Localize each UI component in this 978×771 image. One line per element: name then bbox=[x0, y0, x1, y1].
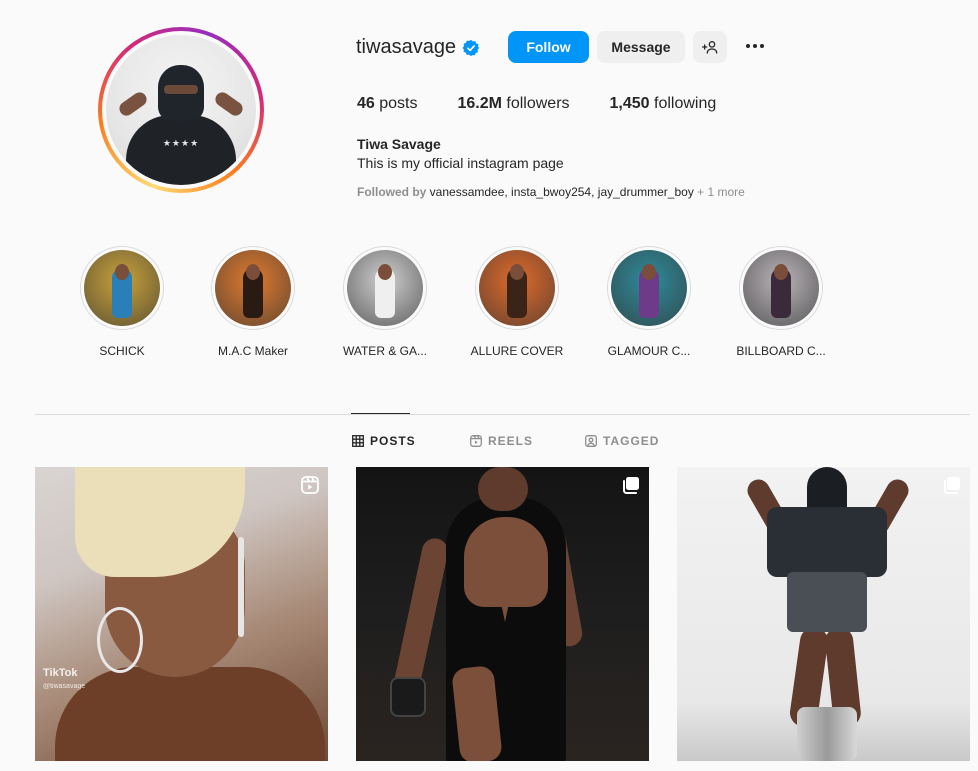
avatar-figure-eyes bbox=[164, 85, 198, 94]
active-tab-indicator bbox=[351, 413, 410, 414]
following-link[interactable]: 1,450 following bbox=[610, 95, 717, 113]
avatar-figure-body bbox=[126, 115, 236, 185]
carousel-icon bbox=[944, 477, 960, 494]
carousel-icon bbox=[623, 477, 639, 494]
highlight-cover bbox=[743, 250, 819, 326]
highlight-cover bbox=[479, 250, 555, 326]
verified-badge-icon bbox=[462, 39, 480, 57]
post-figure-skirt bbox=[787, 572, 867, 632]
profile-stats: 46 posts 16.2M followers 1,450 following bbox=[357, 95, 756, 113]
highlight-cover bbox=[84, 250, 160, 326]
highlight-ring bbox=[80, 246, 164, 330]
profile-avatar-ring[interactable]: ★★★★ bbox=[98, 27, 264, 193]
posts-count-label: posts bbox=[374, 95, 418, 112]
followed-by-more: + 1 more bbox=[693, 185, 745, 199]
tabs-divider bbox=[35, 414, 970, 415]
post-thumbnail[interactable] bbox=[356, 467, 649, 761]
highlight-cover bbox=[347, 250, 423, 326]
highlight-label: GLAMOUR C... bbox=[607, 344, 691, 358]
avatar-shirt-logo: ★★★★ bbox=[162, 139, 200, 149]
highlight-figure-head bbox=[642, 264, 656, 280]
story-highlight[interactable]: ALLURE COVER bbox=[457, 246, 577, 358]
avatar-figure-arm bbox=[212, 89, 246, 119]
reel-icon bbox=[301, 476, 319, 494]
tab-reels[interactable]: REELS bbox=[470, 434, 533, 448]
story-highlight[interactable]: GLAMOUR C... bbox=[589, 246, 709, 358]
posts-count: 46 posts bbox=[357, 95, 417, 113]
person-add-icon bbox=[702, 41, 718, 54]
posts-count-value: 46 bbox=[357, 95, 375, 112]
following-count-label: following bbox=[649, 95, 717, 112]
avatar-inner: ★★★★ bbox=[102, 31, 260, 189]
post-figure-arm bbox=[391, 536, 451, 698]
highlight-figure-head bbox=[510, 264, 524, 280]
post-figure-hoop-earring bbox=[97, 607, 143, 673]
highlight-label: SCHICK bbox=[99, 344, 145, 358]
suggested-users-button[interactable] bbox=[693, 31, 727, 63]
post-figure-clutch bbox=[390, 677, 426, 717]
post-figure-drop-earring bbox=[238, 537, 244, 637]
highlight-label: WATER & GA... bbox=[342, 344, 427, 358]
tab-posts-label: POSTS bbox=[370, 434, 416, 448]
highlight-label: ALLURE COVER bbox=[470, 344, 564, 358]
profile-bio: This is my official instagram page bbox=[357, 155, 564, 171]
tagged-icon bbox=[585, 435, 597, 447]
reels-icon bbox=[470, 435, 482, 447]
post-thumbnail[interactable]: TikTok @tiwasavage bbox=[35, 467, 328, 761]
profile-username: tiwasavage bbox=[356, 36, 457, 58]
tab-tagged[interactable]: TAGGED bbox=[585, 434, 659, 448]
more-horizontal-icon bbox=[760, 44, 764, 48]
follow-button[interactable]: Follow bbox=[508, 31, 589, 63]
highlight-label: M.A.C Maker bbox=[217, 344, 288, 358]
highlight-figure-head bbox=[774, 264, 788, 280]
followers-link[interactable]: 16.2M followers bbox=[457, 95, 569, 113]
avatar[interactable]: ★★★★ bbox=[106, 35, 256, 185]
more-horizontal-icon bbox=[746, 44, 750, 48]
tab-posts[interactable]: POSTS bbox=[352, 434, 416, 448]
post-thumbnail[interactable] bbox=[677, 467, 970, 761]
following-count-value: 1,450 bbox=[609, 95, 650, 112]
tab-reels-label: REELS bbox=[488, 434, 534, 448]
story-highlight[interactable]: BILLBOARD C... bbox=[721, 246, 841, 358]
grid-icon bbox=[352, 435, 364, 447]
highlight-label: BILLBOARD C... bbox=[736, 344, 826, 358]
story-highlight[interactable]: WATER & GA... bbox=[325, 246, 445, 358]
story-highlight[interactable]: M.A.C Maker bbox=[193, 246, 313, 358]
followed-by-link[interactable]: Followed by vanessamdee, insta_bwoy254, … bbox=[357, 185, 745, 199]
highlight-ring bbox=[739, 246, 823, 330]
avatar-figure-arm bbox=[116, 89, 150, 119]
tiktok-handle: @tiwasavage bbox=[43, 683, 86, 690]
message-button[interactable]: Message bbox=[597, 31, 685, 63]
highlight-cover bbox=[215, 250, 291, 326]
post-figure-head bbox=[478, 467, 528, 511]
followers-count-label: followers bbox=[501, 95, 570, 112]
post-figure-shoulders bbox=[55, 667, 325, 761]
profile-full-name: Tiwa Savage bbox=[357, 136, 441, 152]
highlight-ring bbox=[343, 246, 427, 330]
highlight-ring bbox=[475, 246, 559, 330]
followers-count-value: 16.2M bbox=[457, 95, 502, 112]
more-horizontal-icon bbox=[753, 44, 757, 48]
highlight-figure-head bbox=[246, 264, 260, 280]
followed-by-prefix: Followed by bbox=[357, 185, 430, 199]
followed-by-names: vanessamdee, insta_bwoy254, jay_drummer_… bbox=[429, 185, 694, 199]
highlight-figure-head bbox=[115, 264, 129, 280]
highlight-ring bbox=[211, 246, 295, 330]
post-figure-top bbox=[767, 507, 887, 577]
highlight-cover bbox=[611, 250, 687, 326]
highlight-ring bbox=[607, 246, 691, 330]
tiktok-watermark: TikTok bbox=[43, 667, 78, 679]
post-figure-boots bbox=[797, 707, 857, 761]
highlight-figure-head bbox=[378, 264, 392, 280]
tab-tagged-label: TAGGED bbox=[603, 434, 660, 448]
more-options-button[interactable] bbox=[742, 36, 768, 56]
story-highlight[interactable]: SCHICK bbox=[62, 246, 182, 358]
